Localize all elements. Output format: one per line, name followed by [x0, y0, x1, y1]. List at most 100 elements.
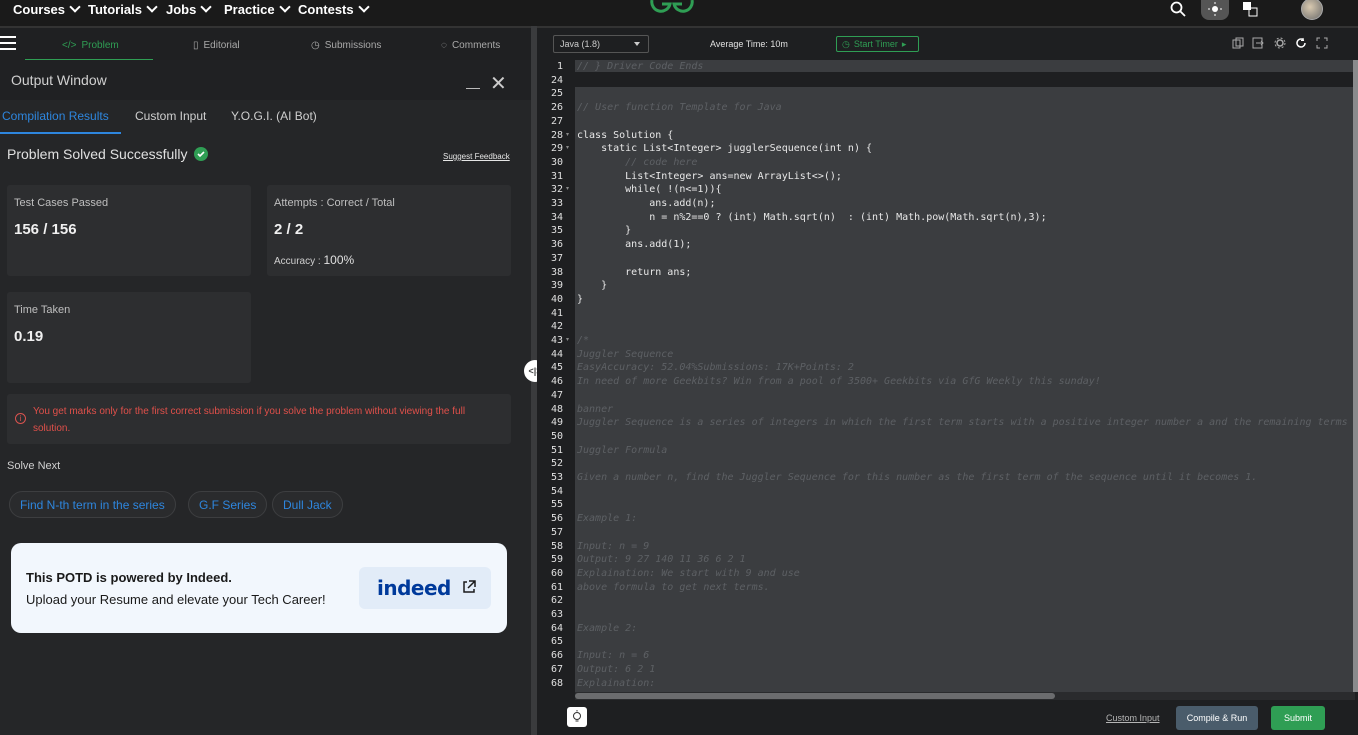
- code-line: }: [577, 293, 584, 305]
- line-number: 54: [550, 485, 563, 497]
- tab-yogi-ai-bot[interactable]: Y.O.G.I. (AI Bot): [231, 109, 317, 123]
- comment-icon: ◌: [441, 39, 447, 51]
- line-number: 45: [550, 362, 563, 374]
- code-line: Input: n = 9: [577, 540, 650, 552]
- code-line: Juggler Sequence: [577, 348, 674, 360]
- code-line: Juggler Sequence is a series of integers…: [577, 417, 1353, 429]
- scroll-thumb[interactable]: [1353, 60, 1358, 692]
- translate-icon[interactable]: [1240, 0, 1260, 18]
- chevron-down-icon: [278, 1, 291, 13]
- start-timer-button[interactable]: ◷ Start Timer ▸: [836, 36, 919, 52]
- nav-practice[interactable]: Practice: [224, 0, 291, 18]
- code-line: banner: [577, 403, 614, 415]
- indeed-link-button[interactable]: indeed: [359, 567, 491, 609]
- line-number: 1: [556, 61, 563, 72]
- solve-next-chip[interactable]: G.F Series: [188, 491, 268, 518]
- code-line: above formula to get next terms.: [577, 581, 770, 593]
- promo-subtitle: Upload your Resume and elevate your Tech…: [26, 592, 326, 607]
- line-number: 29: [550, 143, 563, 155]
- line-number: 46: [550, 376, 563, 388]
- line-number: 32: [550, 184, 563, 196]
- code-line: while( !(n<=1)){: [577, 184, 722, 196]
- lightbulb-icon[interactable]: [567, 707, 587, 727]
- nav-tutorials[interactable]: Tutorials: [88, 0, 158, 18]
- suggest-feedback-link[interactable]: Suggest Feedback: [443, 152, 510, 161]
- line-number: 24: [550, 74, 563, 86]
- copy-icon[interactable]: [1232, 37, 1244, 49]
- line-number: 25: [550, 88, 563, 100]
- code-line: Given a number n, find the Juggler Seque…: [577, 472, 1258, 483]
- horizontal-scrollbar[interactable]: [575, 692, 1355, 700]
- vertical-scrollbar[interactable]: [1353, 60, 1358, 692]
- line-number: 55: [550, 499, 563, 511]
- close-icon[interactable]: ✕: [490, 74, 507, 94]
- line-number: 30: [550, 156, 563, 168]
- test-cases-card: Test Cases Passed 156 / 156: [7, 185, 251, 276]
- tab-submissions[interactable]: ◷ Submissions: [311, 34, 381, 56]
- line-number: 36: [550, 239, 563, 251]
- solve-next-chip[interactable]: Dull Jack: [272, 491, 343, 518]
- line-number: 42: [550, 321, 563, 333]
- fold-toggle-icon[interactable]: ▾: [566, 129, 569, 143]
- code-line: Juggler Formula: [577, 444, 668, 456]
- line-number: 65: [550, 636, 563, 648]
- external-link-icon: [463, 580, 476, 593]
- fullscreen-icon[interactable]: [1316, 37, 1328, 49]
- search-icon[interactable]: [1168, 0, 1188, 18]
- line-number: 63: [550, 609, 563, 620]
- line-number: 43: [550, 335, 563, 346]
- solve-next-chip[interactable]: Find N-th term in the series: [9, 491, 176, 518]
- scroll-thumb[interactable]: [575, 693, 1055, 699]
- attempts-card: Attempts : Correct / Total 2 / 2 Accurac…: [267, 185, 511, 276]
- fold-toggle-icon[interactable]: ▾: [566, 142, 569, 156]
- minimize-icon[interactable]: [466, 88, 480, 89]
- tab-custom-input[interactable]: Custom Input: [135, 109, 206, 123]
- attempts-label: Attempts : Correct / Total: [274, 197, 395, 209]
- play-icon: ▸: [901, 38, 907, 49]
- line-number: 39: [550, 280, 563, 292]
- tab-editorial[interactable]: ▯ Editorial: [193, 34, 240, 56]
- avatar[interactable]: [1301, 0, 1323, 20]
- tab-problem[interactable]: </> Problem: [62, 34, 119, 56]
- reset-icon[interactable]: [1295, 37, 1307, 49]
- accuracy-value: 100%: [323, 253, 355, 267]
- nav-jobs[interactable]: Jobs: [166, 0, 213, 18]
- fold-toggle-icon[interactable]: ▾: [566, 334, 569, 348]
- fold-toggle-icon[interactable]: ▾: [566, 183, 569, 197]
- line-number: 49: [550, 417, 563, 429]
- code-editor[interactable]: 1 // } Driver Code Ends 24 25 26 // User func…: [537, 60, 1353, 692]
- code-line: // code here: [577, 156, 698, 168]
- code-line: Output: 9 27 140 11 36 6 2 1: [577, 554, 746, 566]
- chevron-down-icon: [357, 1, 370, 13]
- code-line: EasyAccuracy: 52.04%Submissions: 17K+Poi…: [577, 362, 854, 374]
- tab-compilation-results[interactable]: Compilation Results: [2, 109, 109, 123]
- line-number: 28: [550, 129, 563, 141]
- code-line: Explaination:: [577, 677, 656, 689]
- import-icon[interactable]: [1252, 37, 1264, 49]
- line-number: 51: [550, 444, 563, 456]
- promo-title: This POTD is powered by Indeed.: [26, 570, 232, 585]
- gfg-logo[interactable]: [648, 0, 696, 18]
- custom-input-link[interactable]: Custom Input: [1106, 713, 1160, 723]
- line-number: 62: [550, 595, 563, 607]
- hamburger-menu-icon[interactable]: [0, 36, 16, 50]
- test-cases-label: Test Cases Passed: [14, 197, 109, 209]
- time-taken-label: Time Taken: [14, 304, 71, 316]
- chevron-down-icon: [634, 42, 640, 46]
- language-select[interactable]: Java (1.8): [553, 35, 649, 53]
- nav-contests[interactable]: Contests: [298, 0, 370, 18]
- line-number: 33: [550, 198, 563, 209]
- nav-courses[interactable]: Courses: [13, 0, 81, 18]
- compile-run-button[interactable]: Compile & Run: [1176, 706, 1258, 730]
- test-cases-value: 156 / 156: [14, 221, 77, 238]
- theme-toggle-button[interactable]: [1201, 0, 1229, 20]
- clock-icon: ◷: [311, 39, 320, 51]
- code-line: Input: n = 6: [577, 650, 650, 662]
- tab-comments[interactable]: ◌ Comments: [441, 34, 500, 56]
- submit-button[interactable]: Submit: [1271, 706, 1325, 730]
- line-number: 68: [550, 677, 563, 689]
- line-number: 53: [550, 472, 563, 483]
- gear-icon[interactable]: [1274, 37, 1286, 49]
- line-number: 38: [550, 266, 563, 278]
- code-line: // } Driver Code Ends: [577, 61, 704, 72]
